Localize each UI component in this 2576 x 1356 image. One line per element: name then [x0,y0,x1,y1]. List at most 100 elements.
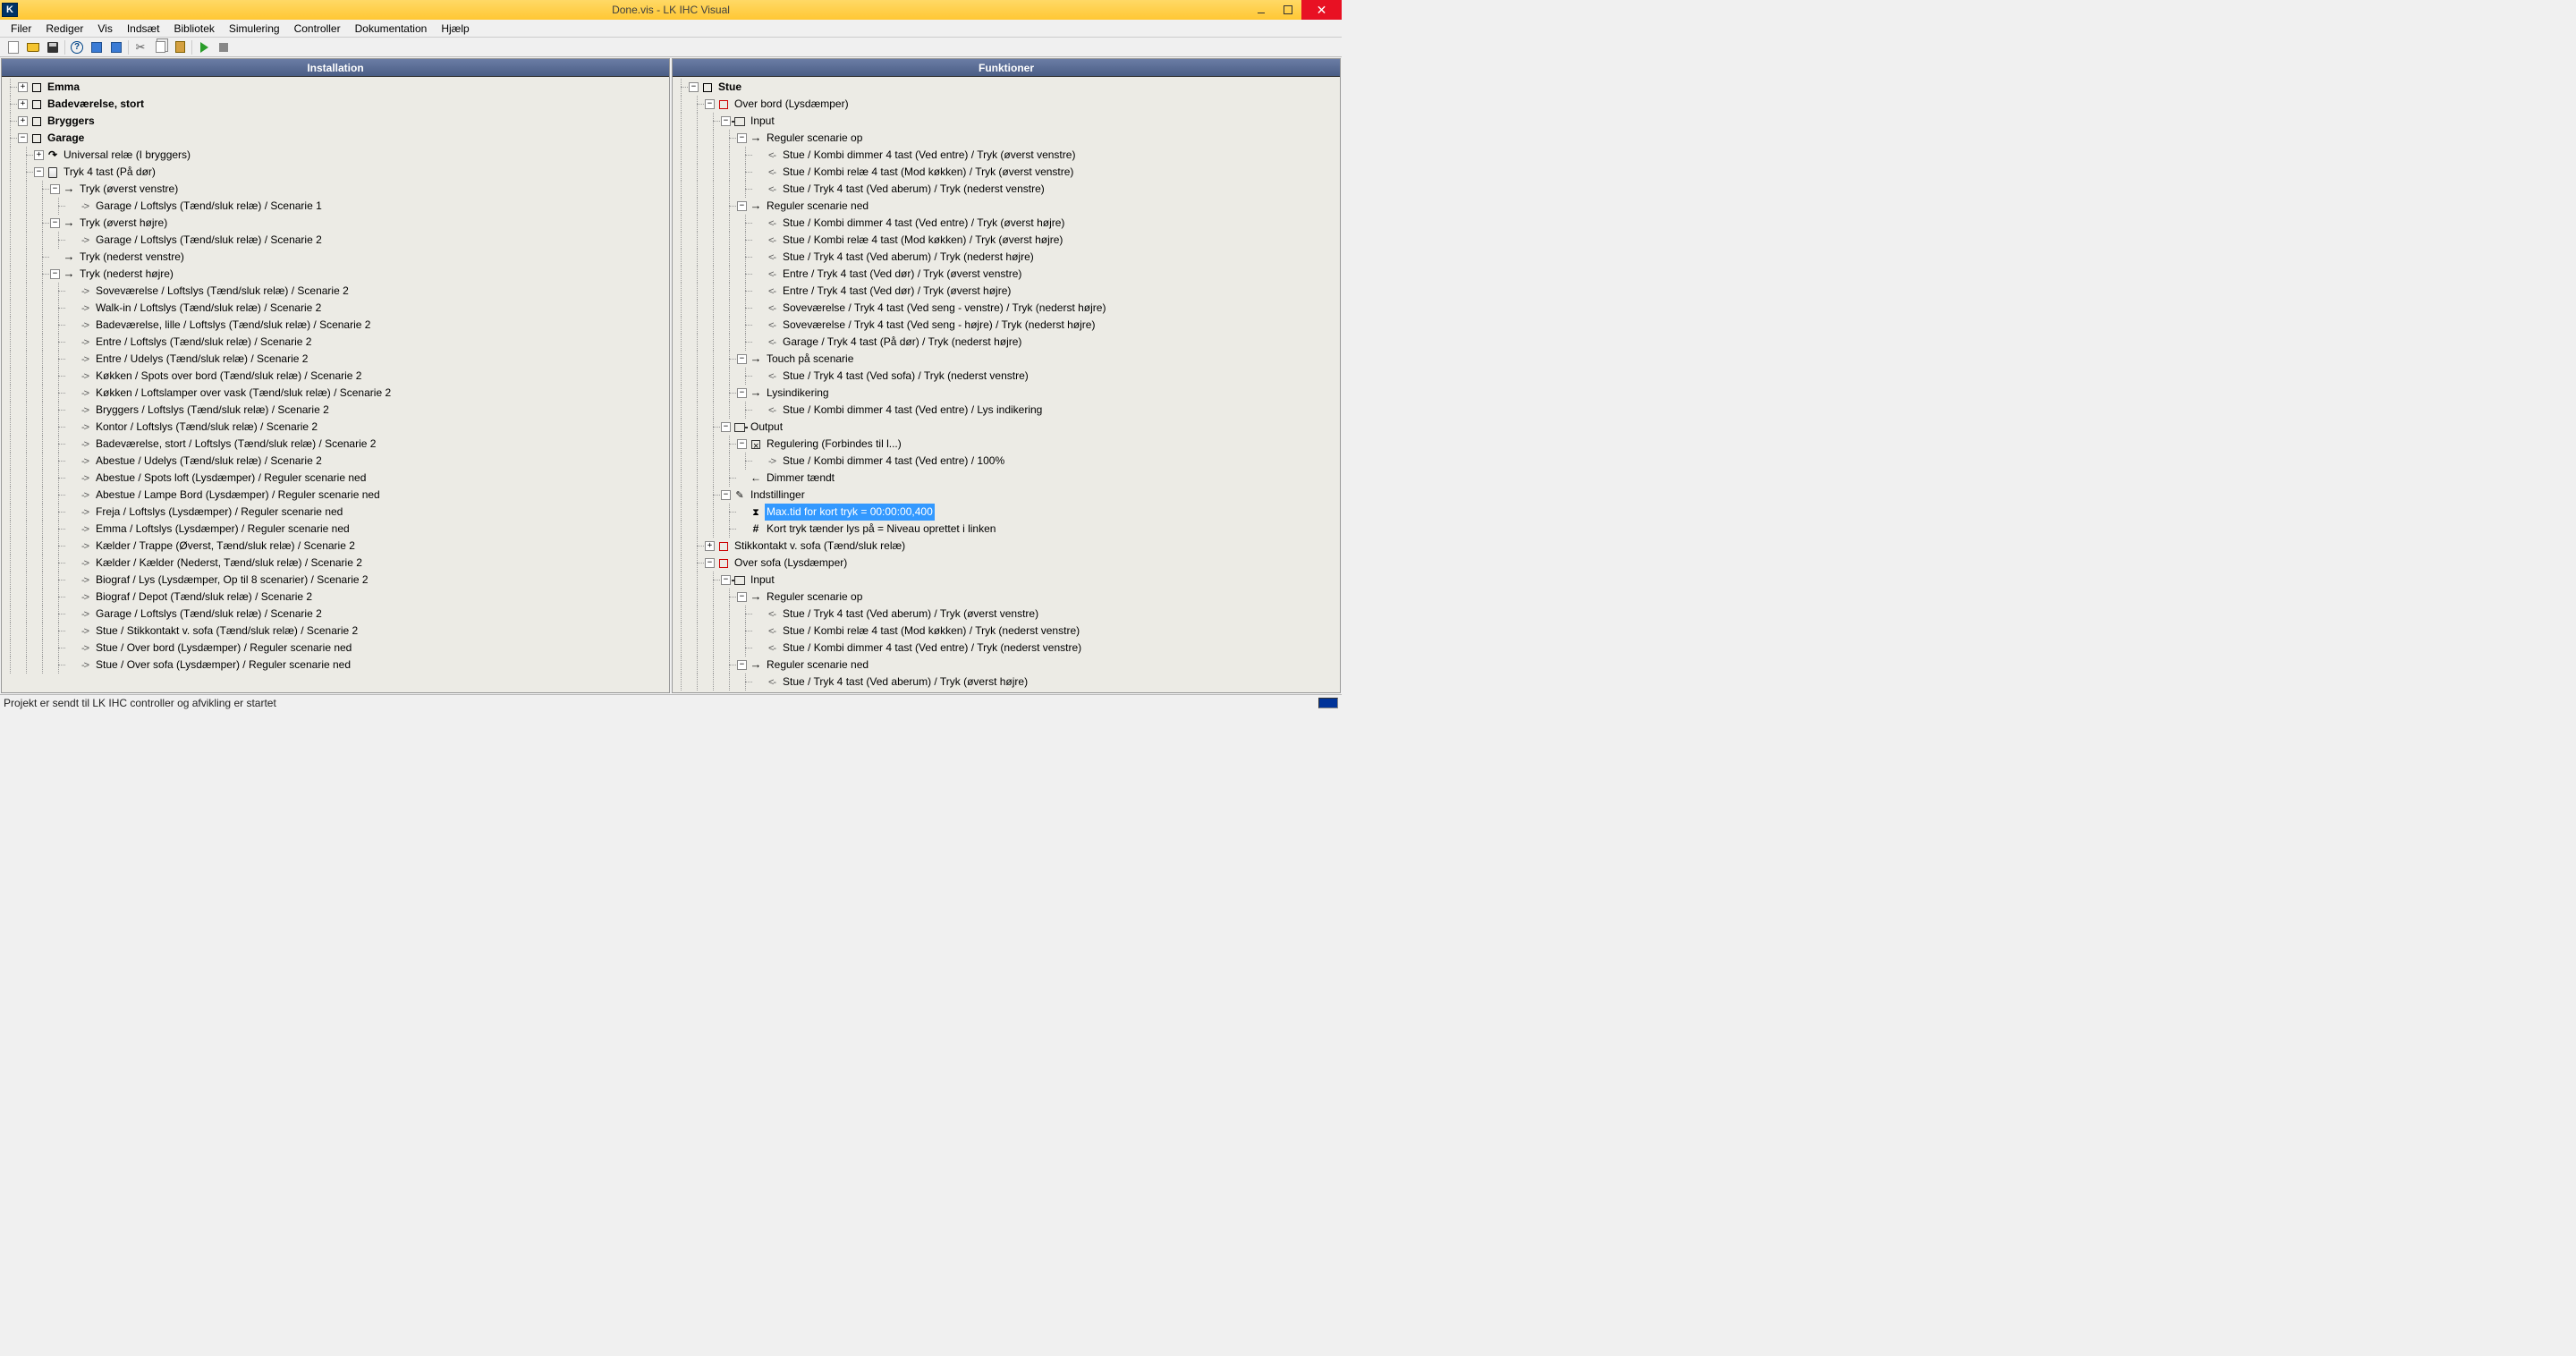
tree-label[interactable]: Emma [46,79,81,96]
tree-label[interactable]: Tryk (øverst venstre) [78,181,180,198]
tree-label[interactable]: Soveværelse / Tryk 4 tast (Ved seng - ve… [781,300,1107,317]
tree-label[interactable]: Walk-in / Loftslys (Tænd/sluk relæ) / Sc… [94,300,323,317]
tree-row[interactable]: Stue / Kombi relæ 4 tast (Mod køkken) / … [673,623,1340,640]
collapse-icon[interactable] [50,218,60,228]
tree-label[interactable]: Stue / Tryk 4 tast (Ved aberum) / Tryk (… [781,249,1036,266]
tree-row[interactable]: Stue / Kombi dimmer 4 tast (Ved entre) /… [673,453,1340,470]
tree-row[interactable]: Stikkontakt v. sofa (Tænd/sluk relæ) [673,538,1340,555]
tree-label[interactable]: Stue / Kombi relæ 4 tast (Mod køkken) / … [781,623,1081,640]
collapse-icon[interactable] [705,99,715,109]
tree-label[interactable]: Stue / Tryk 4 tast (Ved aberum) / Tryk (… [781,606,1040,623]
tree-row[interactable]: Tryk (øverst venstre) [2,181,669,198]
tree-row[interactable]: Reguler scenarie op [673,589,1340,606]
tree-row[interactable]: Stue / Stikkontakt v. sofa (Tænd/sluk re… [2,623,669,640]
menu-indsæt[interactable]: Indsæt [120,21,167,37]
tree-row[interactable]: Tryk 4 tast (På dør) [2,164,669,181]
tree-label[interactable]: Stue / Kombi dimmer 4 tast (Ved entre) /… [781,147,1077,164]
tree-label[interactable]: Biograf / Depot (Tænd/sluk relæ) / Scena… [94,589,314,606]
tree-row[interactable]: Stue / Tryk 4 tast (Ved aberum) / Tryk (… [673,606,1340,623]
tree-label[interactable]: Badeværelse, stort [46,96,146,113]
tree-row[interactable]: Køkken / Spots over bord (Tænd/sluk relæ… [2,368,669,385]
tree-label[interactable]: Stue / Tryk 4 tast (Ved aberum) / Tryk (… [781,674,1030,691]
tree-label[interactable]: Stue / Kombi relæ 4 tast (Mod køkken) / … [781,164,1075,181]
tree-row[interactable]: Over bord (Lysdæmper) [673,96,1340,113]
tree-row[interactable]: Stue / Over sofa (Lysdæmper) / Reguler s… [2,657,669,674]
tree-row[interactable]: Badeværelse, stort [2,96,669,113]
tree-label[interactable]: Universal relæ (I bryggers) [62,147,192,164]
tree-label[interactable]: Kontor / Loftslys (Tænd/sluk relæ) / Sce… [94,419,319,436]
tree-row[interactable]: Output [673,419,1340,436]
tree-row[interactable]: Garage / Loftslys (Tænd/sluk relæ) / Sce… [2,232,669,249]
collapse-icon[interactable] [50,184,60,194]
tree-label[interactable]: Badeværelse, stort / Loftslys (Tænd/sluk… [94,436,377,453]
menu-hjælp[interactable]: Hjælp [434,21,476,37]
tree-label[interactable]: Tryk (øverst højre) [78,215,169,232]
tree-row[interactable]: Reguler scenarie ned [673,657,1340,674]
menu-vis[interactable]: Vis [90,21,119,37]
tree-row[interactable]: Stue [673,79,1340,96]
tree-row[interactable]: Freja / Loftslys (Lysdæmper) / Reguler s… [2,504,669,521]
tree-row[interactable]: Bryggers [2,113,669,130]
tree-label[interactable]: Kælder / Trappe (Øverst, Tænd/sluk relæ)… [94,538,357,555]
tree-label[interactable]: Garage / Loftslys (Tænd/sluk relæ) / Sce… [94,606,324,623]
collapse-icon[interactable] [737,354,747,364]
tree-label[interactable]: Tryk 4 tast (På dør) [62,164,157,181]
minimize-button[interactable] [1248,0,1275,20]
tree-label[interactable]: Entre / Loftslys (Tænd/sluk relæ) / Scen… [94,334,313,351]
tree-label[interactable]: Soveværelse / Tryk 4 tast (Ved seng - hø… [781,317,1097,334]
tree-row[interactable]: Biograf / Depot (Tænd/sluk relæ) / Scena… [2,589,669,606]
tree-row[interactable]: Stue / Tryk 4 tast (Ved aberum) / Tryk (… [673,674,1340,691]
tree-label[interactable]: Reguler scenarie ned [765,657,870,674]
expand-icon[interactable] [18,99,28,109]
tree-label[interactable]: Dimmer tændt [765,470,836,487]
tree-label[interactable]: Garage / Tryk 4 tast (På dør) / Tryk (ne… [781,334,1023,351]
tree-row[interactable]: Max.tid for kort tryk = 00:00:00,400 [673,504,1340,521]
tree-row[interactable]: Entre / Tryk 4 tast (Ved dør) / Tryk (øv… [673,266,1340,283]
tree-row[interactable]: Touch på scenarie [673,351,1340,368]
tree-label[interactable]: Bryggers / Loftslys (Tænd/sluk relæ) / S… [94,402,331,419]
tree-label[interactable]: Garage / Loftslys (Tænd/sluk relæ) / Sce… [94,232,324,249]
collapse-icon[interactable] [689,82,699,92]
tree-row[interactable]: Soveværelse / Tryk 4 tast (Ved seng - hø… [673,317,1340,334]
new-button[interactable] [4,38,23,56]
tree-row[interactable]: Tryk (nederst højre) [2,266,669,283]
tree-row[interactable]: Garage / Loftslys (Tænd/sluk relæ) / Sce… [2,198,669,215]
tree-label[interactable]: Abestue / Lampe Bord (Lysdæmper) / Regul… [94,487,382,504]
paste-button[interactable] [170,38,190,56]
tree-row[interactable]: Garage [2,130,669,147]
tree-label[interactable]: Input [749,113,776,130]
tree-label[interactable]: Stue / Tryk 4 tast (Ved sofa) / Tryk (ne… [781,368,1030,385]
tree-row[interactable]: Universal relæ (I bryggers) [2,147,669,164]
collapse-icon[interactable] [721,490,731,500]
menu-dokumentation[interactable]: Dokumentation [348,21,435,37]
help-button[interactable]: ? [67,38,87,56]
menu-simulering[interactable]: Simulering [222,21,287,37]
tree-row[interactable]: Reguler scenarie ned [673,198,1340,215]
pkg1-button[interactable] [87,38,106,56]
tree-label[interactable]: Reguler scenarie op [765,130,864,147]
tree-label[interactable]: Entre / Tryk 4 tast (Ved dør) / Tryk (øv… [781,283,1013,300]
tree-label[interactable]: Regulering (Forbindes til l...) [765,436,903,453]
collapse-icon[interactable] [34,167,44,177]
collapse-icon[interactable] [721,575,731,585]
tree-label[interactable]: Entre / Udelys (Tænd/sluk relæ) / Scenar… [94,351,309,368]
tree-row[interactable]: Kontor / Loftslys (Tænd/sluk relæ) / Sce… [2,419,669,436]
tree-label[interactable]: Stue [716,79,743,96]
tree-label[interactable]: Kælder / Kælder (Nederst, Tænd/sluk relæ… [94,555,364,572]
menu-rediger[interactable]: Rediger [38,21,90,37]
tree-row[interactable]: Stue / Tryk 4 tast (Ved aberum) / Tryk (… [673,181,1340,198]
tree-row[interactable]: Stue / Over bord (Lysdæmper) / Reguler s… [2,640,669,657]
tree-label[interactable]: Abestue / Spots loft (Lysdæmper) / Regul… [94,470,368,487]
tree-label[interactable]: Input [749,572,776,589]
tree-row[interactable]: Badeværelse, lille / Loftslys (Tænd/sluk… [2,317,669,334]
tree-row[interactable]: Entre / Loftslys (Tænd/sluk relæ) / Scen… [2,334,669,351]
tree-row[interactable]: Input [673,113,1340,130]
collapse-icon[interactable] [50,269,60,279]
collapse-icon[interactable] [737,592,747,602]
expand-icon[interactable] [18,116,28,126]
tree-label[interactable]: Tryk (nederst venstre) [78,249,186,266]
collapse-icon[interactable] [737,660,747,670]
collapse-icon[interactable] [737,388,747,398]
tree-row[interactable]: Tryk (nederst venstre) [2,249,669,266]
tree-label[interactable]: Stue / Stikkontakt v. sofa (Tænd/sluk re… [94,623,360,640]
